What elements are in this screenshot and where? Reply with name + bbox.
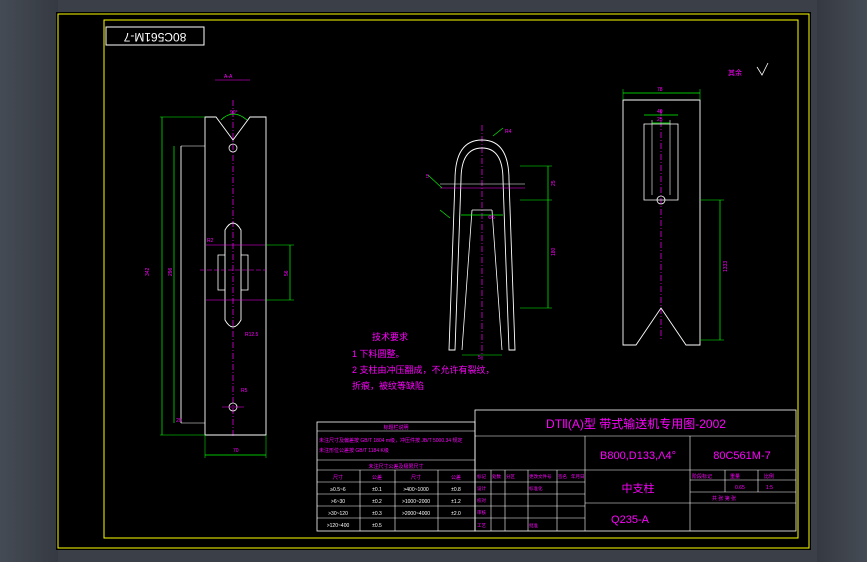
width-dim: 70 (233, 448, 239, 454)
tol-col-1: 公差 (372, 474, 382, 481)
material: Q235-A (611, 514, 650, 526)
height-top-dim: 25 (551, 180, 557, 186)
width-dim: Φ5 (488, 215, 495, 221)
note-line-2: 2 支柱由冲压翻成，不允许有裂纹， (352, 364, 495, 375)
approve-label: 批准 (529, 522, 538, 529)
radius-2: R12.5 (245, 332, 259, 338)
bottom-dim: 5 (478, 355, 481, 361)
height-dim-2: 296 (168, 267, 174, 276)
tol-cell: >6~30 (331, 499, 345, 505)
small-dim: 20 (176, 418, 182, 424)
cad-viewport[interactable]: 80C561M-7 其余 A-A 90° 342 296 56 70 R2 R1… (0, 0, 867, 562)
small-top-dim: 5 (426, 174, 429, 180)
main-title: DTⅡ(A)型 带式输送机专用图-2002 (546, 416, 726, 431)
sheet-label: 共 张 第 张 (712, 495, 736, 502)
part-name: 中支柱 (622, 481, 655, 495)
tol-cell: ±0.2 (372, 499, 382, 505)
notes-title: 技术要求 (372, 331, 408, 342)
tol-cell: >2000~4000 (402, 511, 430, 517)
height-mid-dim: 180 (551, 247, 557, 256)
weight-value: 0.65 (735, 485, 745, 491)
tol-cell: >30~120 (328, 511, 348, 517)
angle-label: 90° (230, 110, 238, 116)
tol-cell: >1000~2000 (402, 499, 430, 505)
tol-cell: >400~1000 (403, 487, 429, 493)
sign-row-0: 标记 (477, 473, 486, 480)
tol-col-3: 公差 (451, 474, 461, 481)
tol-header: 标题栏说明 (383, 424, 408, 431)
surface-mark-text: 其余 (728, 68, 742, 77)
tol-cell: ±1.2 (451, 499, 461, 505)
tol-sub-header: 未注尺寸公差及极限尺寸 (368, 463, 423, 470)
section-label: A-A (224, 74, 233, 80)
spec: B800,D133,Λ4° (600, 450, 676, 462)
tol-line-1: 未注尺寸及偏差按 GB/T 1804 m级，冲压件按 JB/T 5000.34 … (319, 437, 462, 444)
tol-cell: ±0.5 (372, 523, 382, 529)
scale-value: 1:5 (766, 485, 773, 491)
tol-cell: ±0.8 (451, 487, 461, 493)
sign-row-3: 更改文件号 (529, 473, 552, 480)
sign-label-0: 设计 (477, 485, 486, 492)
scale-label: 比例 (764, 473, 774, 480)
width-dim-2: 40 (657, 109, 663, 115)
radius-3: R5 (241, 388, 248, 394)
tol-cell: ±2.0 (451, 511, 461, 517)
height-dim: 1333 (723, 261, 729, 272)
weight-label: 重量 (730, 473, 740, 480)
sign-row-2: 分区 (506, 473, 515, 480)
top-radius: R4 (505, 129, 512, 135)
drawing-number-rotated: 80C561M-7 (123, 30, 186, 44)
slot-dim: 56 (284, 270, 290, 276)
sign-row-5: 年月日 (571, 473, 585, 480)
sign-label-3: 工艺 (477, 523, 486, 528)
sign-label-1: 校对 (477, 497, 486, 504)
width-dim-3: 25 (657, 117, 663, 123)
tol-col-0: 尺寸 (333, 474, 343, 481)
width-dim-1: 78 (657, 87, 663, 93)
tol-cell: ≥0.5~6 (330, 487, 346, 493)
sign-row-1: 处数 (492, 473, 501, 480)
sign-row-4: 签名 (558, 473, 567, 480)
note-line-1: 1 下料圆整。 (352, 348, 405, 359)
drawing-number: 80C561M-7 (713, 450, 770, 462)
sign-label-2: 审核 (477, 509, 486, 516)
tol-cell: ±0.1 (372, 487, 382, 493)
tol-col-2: 尺寸 (411, 474, 421, 481)
note-line-3: 折痕，被纹等缺陷 (352, 380, 424, 391)
height-dim-1: 342 (145, 267, 151, 276)
tol-cell: ±0.3 (372, 511, 382, 517)
tol-line-2: 未注形位公差按 GB/T 1184 K级 (319, 447, 389, 454)
standard-label: 标准化 (529, 485, 543, 492)
stage-label: 阶段标记 (692, 473, 712, 480)
radius-1: R2 (207, 238, 214, 244)
tol-cell: >120~400 (327, 523, 350, 529)
